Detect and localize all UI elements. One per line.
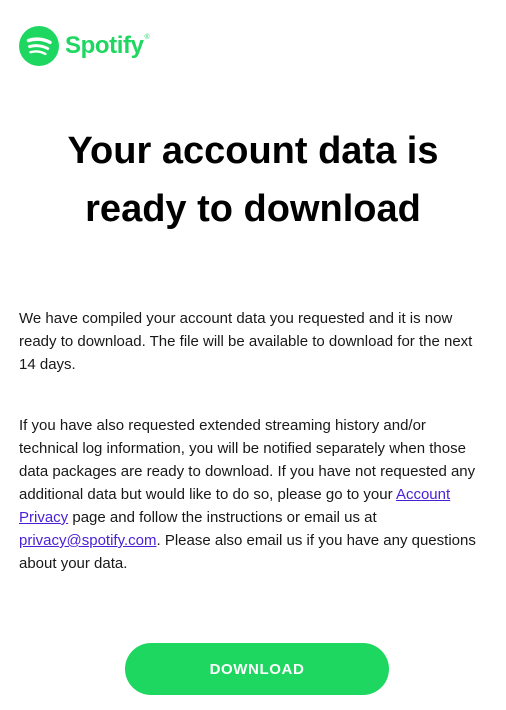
spotify-logo[interactable]: Spotify® [19, 26, 150, 66]
email-page: Spotify® Your account data is ready to d… [0, 0, 506, 710]
spotify-logo-icon [19, 26, 59, 66]
privacy-email-link[interactable]: privacy@spotify.com [19, 532, 156, 549]
logo-wordmark: Spotify® [65, 32, 150, 59]
download-button[interactable]: DOWNLOAD [125, 643, 389, 695]
trademark-symbol: ® [144, 34, 150, 41]
details-text-middle: page and follow the instructions or emai… [68, 509, 377, 526]
brand-name: Spotify [65, 32, 144, 59]
intro-paragraph: We have compiled your account data you r… [19, 310, 473, 373]
page-title: Your account data is ready to download [67, 130, 439, 230]
details-paragraph: If you have also requested extended stre… [19, 414, 487, 575]
